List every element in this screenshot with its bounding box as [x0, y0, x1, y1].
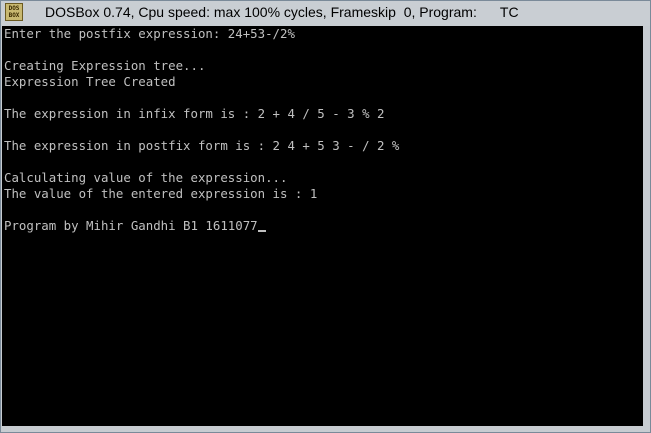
- window-title: DOSBox 0.74, Cpu speed: max 100% cycles,…: [45, 4, 519, 20]
- window-frame-right: [643, 26, 650, 432]
- dos-console[interactable]: Enter the postfix expression: 24+53-/2% …: [2, 26, 643, 426]
- console-line: Creating Expression tree...: [4, 58, 206, 73]
- console-line-text: Program by Mihir Gandhi B1 1611077: [4, 218, 258, 233]
- window-frame-bottom: [1, 426, 650, 432]
- console-line: The expression in infix form is : 2 + 4 …: [4, 106, 385, 121]
- console-line: Expression Tree Created: [4, 74, 176, 89]
- console-last-line: Program by Mihir Gandhi B1 1611077: [4, 218, 266, 234]
- dosbox-window: DOS BOX DOSBox 0.74, Cpu speed: max 100%…: [0, 0, 651, 433]
- console-line: Calculating value of the expression...: [4, 170, 288, 185]
- console-line: The expression in postfix form is : 2 4 …: [4, 138, 400, 153]
- title-bar[interactable]: DOS BOX DOSBox 0.74, Cpu speed: max 100%…: [1, 1, 650, 27]
- text-cursor: [257, 230, 266, 232]
- console-line: The value of the entered expression is :…: [4, 186, 318, 201]
- dosbox-icon[interactable]: DOS BOX: [5, 3, 23, 21]
- console-line: Enter the postfix expression: 24+53-/2%: [4, 26, 295, 41]
